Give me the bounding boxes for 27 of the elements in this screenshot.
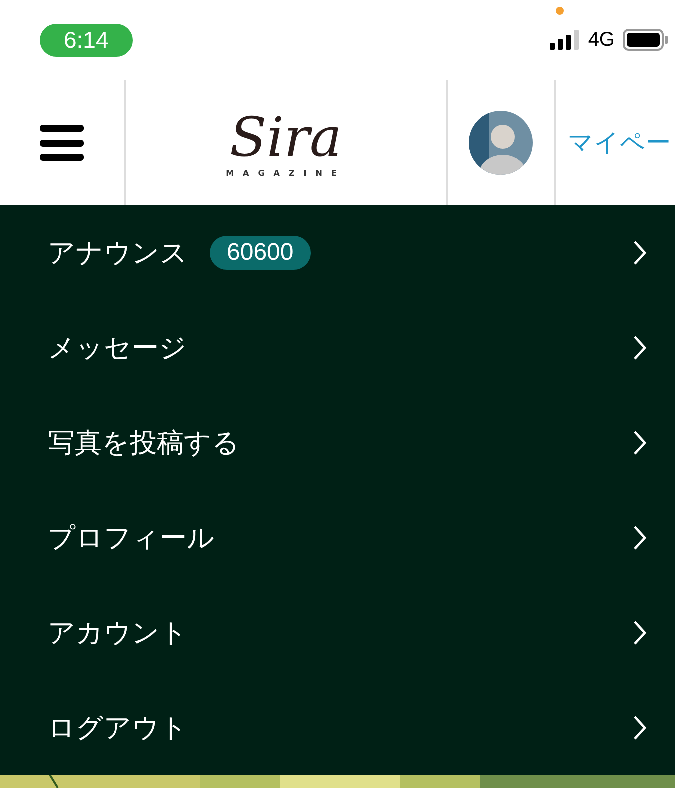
chevron-right-icon — [633, 334, 647, 360]
logo[interactable]: Sira — [230, 111, 342, 165]
chevron-right-icon — [633, 620, 647, 646]
chevron-right-icon — [633, 714, 647, 740]
menu-item[interactable]: プロフィール — [0, 490, 675, 585]
battery-icon — [623, 29, 669, 51]
privacy-dot-icon — [556, 6, 564, 14]
menu-item-label: ログアウト — [48, 712, 188, 746]
chevron-right-icon — [633, 524, 647, 550]
menu-item[interactable]: 写真を投稿する — [0, 395, 675, 490]
network-label: 4G — [588, 28, 615, 52]
menu-item[interactable]: ログアウト — [0, 680, 675, 775]
menu-item[interactable]: アナウンス 60600 — [0, 205, 675, 300]
menu-item-label: メッセージ — [48, 332, 187, 366]
menu-item-label: プロフィール — [48, 522, 215, 556]
logo-subtitle: MAGAZINE — [226, 169, 346, 178]
menu-icon — [40, 124, 84, 160]
menu-item-label: 写真を投稿する — [48, 426, 240, 460]
signal-icon — [550, 30, 580, 50]
menu-item-label: アカウント — [48, 616, 188, 650]
menu-item[interactable]: メッセージ — [0, 300, 675, 395]
menu-item[interactable]: アカウント — [0, 585, 675, 680]
menu-item-label: アナウンス — [48, 236, 188, 270]
count-badge: 60600 — [210, 236, 311, 270]
status-time: 6:14 — [40, 24, 133, 56]
chevron-right-icon — [633, 430, 647, 456]
chevron-right-icon — [633, 240, 647, 266]
